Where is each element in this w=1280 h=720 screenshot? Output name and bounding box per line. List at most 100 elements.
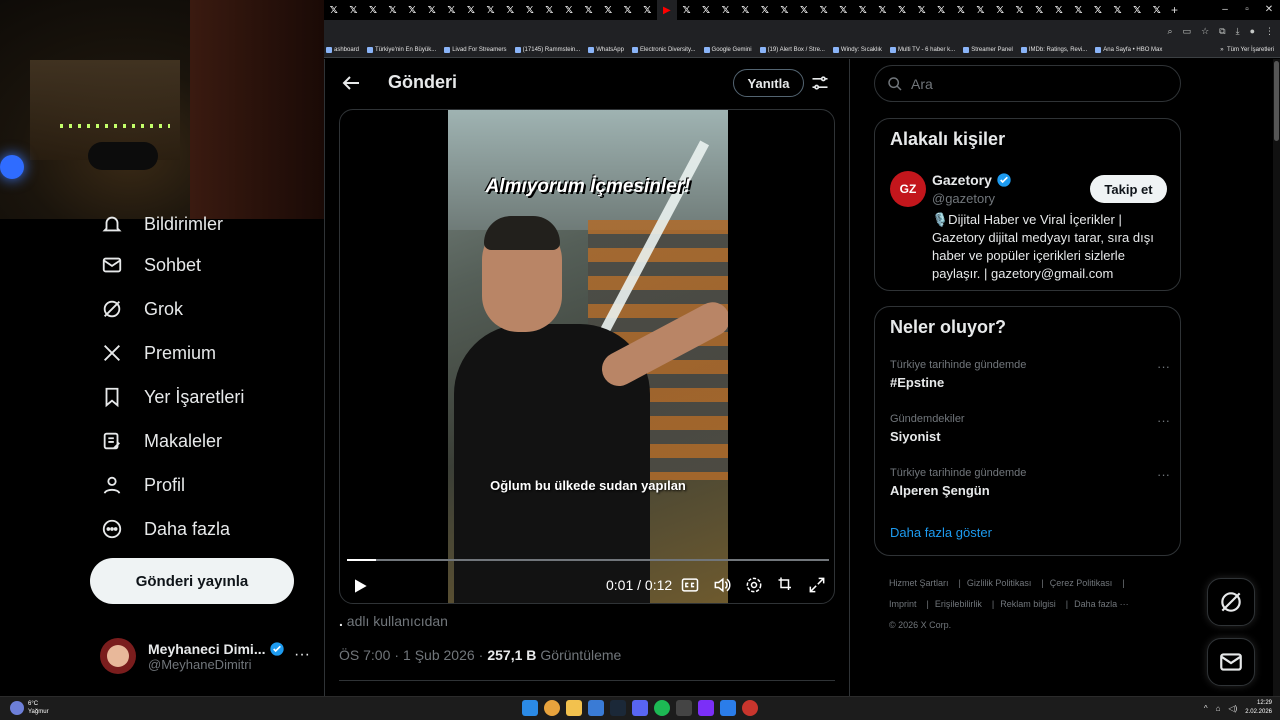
bookmark-item[interactable]: Livad For Streamers (444, 46, 507, 53)
bookmark-item[interactable]: Ana Sayfa • HBO Max (1095, 46, 1162, 53)
play-icon[interactable] (350, 576, 370, 596)
browser-tab[interactable]: 𝕏 (931, 0, 951, 20)
back-arrow-icon[interactable] (339, 71, 363, 95)
app-icon[interactable] (588, 700, 604, 716)
browser-tab[interactable]: 𝕏 (1088, 0, 1108, 20)
bookmark-item[interactable]: Windy: Sıcaklık (832, 46, 882, 53)
nav-item-profil[interactable]: Profil (100, 470, 185, 500)
account-more-icon[interactable]: ··· (294, 646, 310, 664)
browser-tab[interactable]: 𝕏 (1127, 0, 1147, 20)
post-date[interactable]: 1 Şub 2026 (403, 647, 475, 663)
footer-link[interactable]: Daha fazla ··· (1074, 599, 1129, 609)
maximize-button[interactable]: ▫ (1236, 0, 1258, 20)
browser-tab[interactable]: 𝕏 (716, 0, 736, 20)
browser-tab[interactable]: ▶ (657, 0, 677, 20)
browser-tab[interactable]: 𝕏 (951, 0, 971, 20)
extensions-icon[interactable]: ⧉ (1219, 26, 1225, 37)
browser-tab[interactable]: 𝕏 (579, 0, 599, 20)
browser-tab[interactable]: 𝕏 (873, 0, 893, 20)
volume-icon[interactable]: ◁) (1228, 704, 1237, 713)
browser-tab[interactable]: 𝕏 (461, 0, 481, 20)
star-icon[interactable]: ☆ (1201, 26, 1209, 37)
related-name[interactable]: Gazetory (932, 172, 1012, 188)
browser-tab[interactable]: 𝕏 (1147, 0, 1167, 20)
video-player[interactable]: Almıyorum İçmesinler! Oğlum bu ülkede su… (339, 109, 835, 604)
footer-link[interactable]: Reklam bilgisi (1000, 599, 1056, 609)
browser-tab[interactable]: 𝕏 (500, 0, 520, 20)
browser-tab[interactable]: 𝕏 (442, 0, 462, 20)
bookmark-item[interactable]: Türkiye'nin En Büyük... (367, 46, 436, 53)
footer-link[interactable]: Hizmet Şartları (889, 578, 949, 588)
nav-item-premium[interactable]: Premium (100, 338, 216, 368)
browser-tab[interactable]: 𝕏 (1029, 0, 1049, 20)
menu-icon[interactable]: ⋮ (1265, 26, 1274, 37)
trend-item[interactable]: Türkiye tarihinde gündemde Alperen Şengün… (890, 467, 1170, 507)
browser-tab[interactable]: 𝕏 (598, 0, 618, 20)
messages-fab[interactable] (1207, 638, 1255, 686)
bookmark-item[interactable]: Streamer Panel (963, 46, 1013, 53)
volume-icon[interactable] (712, 575, 732, 595)
page-scrollbar[interactable] (1273, 59, 1280, 696)
related-handle[interactable]: @gazetory (932, 191, 995, 206)
browser-tab[interactable]: 𝕏 (324, 0, 344, 20)
browser-tab[interactable]: 𝕏 (344, 0, 364, 20)
nav-item-grok[interactable]: Grok (100, 294, 183, 324)
browser-tab[interactable]: 𝕏 (481, 0, 501, 20)
captions-icon[interactable] (680, 575, 700, 595)
footer-link[interactable]: Imprint (889, 599, 917, 609)
sliders-icon[interactable] (810, 73, 830, 93)
browser-tab[interactable]: 𝕏 (422, 0, 442, 20)
search-box[interactable] (874, 65, 1181, 102)
account-switcher[interactable]: Meyhaneci Dimi... @MeyhaneDimitri ··· (100, 636, 310, 676)
app-icon[interactable] (698, 700, 714, 716)
browser-tab[interactable]: 𝕏 (618, 0, 638, 20)
browser-tab[interactable]: 𝕏 (363, 0, 383, 20)
windows-start-icon[interactable] (522, 700, 538, 716)
tray-chevron-icon[interactable]: ^ (1204, 704, 1208, 713)
browser-tab[interactable]: 𝕏 (1010, 0, 1030, 20)
clock[interactable]: 12:29 2.02.2026 (1245, 699, 1272, 717)
browser-tab[interactable]: 𝕏 (990, 0, 1010, 20)
spotify-icon[interactable] (654, 700, 670, 716)
trend-more-icon[interactable]: ··· (1157, 359, 1170, 374)
network-icon[interactable]: ⌂ (1216, 704, 1221, 713)
browser-tab[interactable]: 𝕏 (892, 0, 912, 20)
nav-item-sohbet[interactable]: Sohbet (100, 250, 201, 280)
browser-tab[interactable]: 𝕏 (638, 0, 658, 20)
all-bookmarks-link[interactable]: » Tüm Yer İşaretleri (1220, 47, 1280, 53)
dock-video-icon[interactable] (776, 575, 796, 595)
bookmark-item[interactable]: (19) Alert Box / Stre... (759, 46, 825, 53)
chrome-icon[interactable] (544, 700, 560, 716)
nav-item-makaleler[interactable]: Makaleler (100, 426, 222, 456)
new-tab-button[interactable]: + (1167, 3, 1183, 17)
nav-item-notifications[interactable]: Bildirimler (100, 209, 223, 239)
cast-icon[interactable]: ▭ (1183, 26, 1192, 37)
browser-tab[interactable]: 𝕏 (696, 0, 716, 20)
nav-item-daha-fazla[interactable]: Daha fazla (100, 514, 230, 544)
browser-tab[interactable]: 𝕏 (912, 0, 932, 20)
settings-gear-icon[interactable] (744, 575, 764, 595)
trend-more-icon[interactable]: ··· (1157, 413, 1170, 428)
footer-link[interactable]: Gizlilik Politikası (967, 578, 1032, 588)
bookmark-item[interactable]: Electronic Diversity... (631, 46, 696, 53)
trend-item[interactable]: Gündemdekiler Siyonist ··· (890, 413, 1170, 453)
browser-tab[interactable]: 𝕏 (1049, 0, 1069, 20)
bookmark-item[interactable]: WhatsApp (588, 46, 624, 53)
browser-tab[interactable]: 𝕏 (559, 0, 579, 20)
app-icon[interactable] (676, 700, 692, 716)
weather-widget[interactable]: 6°C Yağmur (10, 700, 49, 716)
downloads-icon[interactable]: ⤓ (1236, 26, 1240, 37)
video-progress-bar[interactable] (347, 559, 829, 561)
browser-tab[interactable]: 𝕏 (383, 0, 403, 20)
browser-tab[interactable]: 𝕏 (402, 0, 422, 20)
post-time[interactable]: ÖS 7:00 (339, 647, 390, 663)
bookmark-item[interactable]: ashboard (326, 46, 359, 53)
browser-tab[interactable]: 𝕏 (755, 0, 775, 20)
profile-icon[interactable]: ● (1250, 26, 1255, 36)
app-icon[interactable] (720, 700, 736, 716)
browser-tab[interactable]: 𝕏 (735, 0, 755, 20)
fullscreen-icon[interactable] (807, 575, 827, 595)
trend-item[interactable]: Türkiye tarihinde gündemde #Epstine ··· (890, 359, 1170, 399)
browser-tab[interactable]: 𝕏 (775, 0, 795, 20)
app-icon[interactable] (742, 700, 758, 716)
